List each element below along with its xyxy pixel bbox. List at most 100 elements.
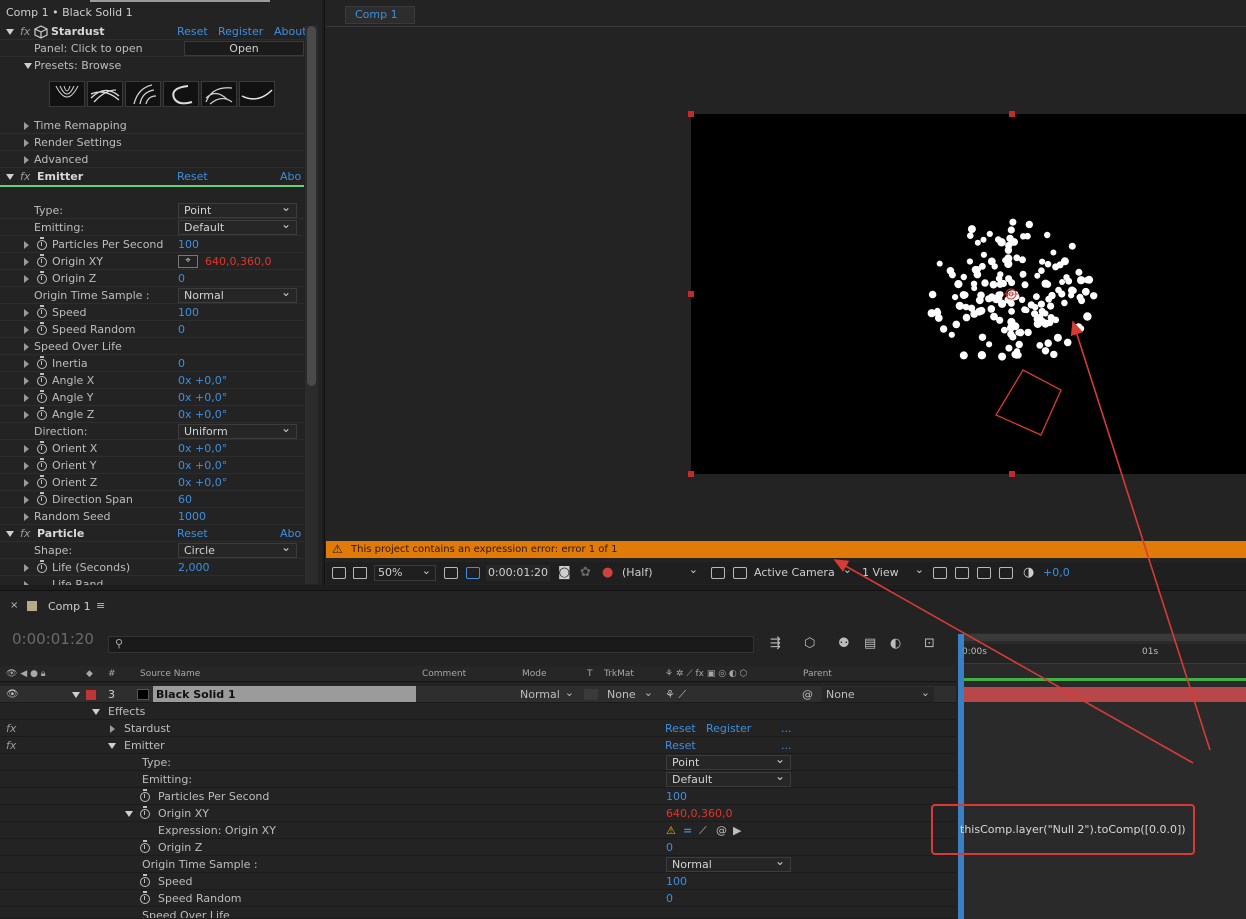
preset-thumb-3[interactable] [125,81,161,107]
type-dropdown[interactable]: Point [178,201,297,218]
type-dropdown[interactable]: Point [666,753,791,770]
fast-previews-icon[interactable] [955,567,969,579]
expand-icon[interactable] [24,411,29,419]
origin-time-sample-dropdown[interactable]: Normal [178,286,297,303]
composition-canvas[interactable] [691,114,1246,474]
collapse-icon[interactable] [125,811,133,817]
expand-icon[interactable] [24,258,29,266]
stopwatch-icon[interactable] [140,789,150,802]
expand-icon[interactable] [24,241,29,249]
layer-handle[interactable] [688,111,694,117]
view-layout-dropdown[interactable]: 1 View ⌄ [862,563,928,581]
region-of-interest-icon[interactable] [711,567,725,579]
expand-icon[interactable] [110,725,115,733]
group-render-settings[interactable]: Render Settings [0,134,304,151]
prop-value[interactable]: 100 [178,304,199,321]
origin-y-value[interactable]: 360,0 [701,807,733,820]
playhead[interactable] [958,634,964,919]
camera-snapshot-icon[interactable]: ◙ [558,562,571,584]
layer-duration-bar[interactable] [964,687,1246,702]
register-link[interactable]: Register [706,720,751,737]
layer-handle[interactable] [688,291,694,297]
expression-pickwhip-icon[interactable]: @ [716,822,727,839]
expand-icon[interactable] [24,496,29,504]
prop-value[interactable]: 0x +0,0° [178,372,227,389]
timeline-search-input[interactable]: ⚲ [108,636,754,653]
stopwatch-icon[interactable] [37,475,47,488]
stopwatch-icon[interactable] [37,322,47,335]
expand-icon[interactable] [24,139,29,147]
origin-y-value[interactable]: 360,0 [240,255,272,268]
direction-dropdown[interactable]: Uniform [178,422,297,439]
panel-menu-icon[interactable]: ≡ [96,599,105,612]
expand-icon[interactable] [24,479,29,487]
reset-exposure-icon[interactable]: ◑ [1023,562,1034,584]
current-time[interactable]: 0:00:01:20 [486,565,550,581]
prop-value[interactable]: 0 [666,839,673,856]
preset-thumb-2[interactable] [87,81,123,107]
tl-group-speed-over-life[interactable]: Speed Over Life [0,907,956,919]
stopwatch-icon[interactable] [37,237,47,250]
graph-editor-icon[interactable]: ⊡ [924,636,935,651]
prop-value[interactable]: 0x +0,0° [178,389,227,406]
stopwatch-icon[interactable] [37,407,47,420]
crosshair-icon[interactable]: ⌖ [178,255,198,268]
collapse-icon[interactable] [6,531,14,537]
expand-icon[interactable] [24,275,29,283]
expand-icon[interactable] [24,445,29,453]
collapse-icon[interactable] [108,743,116,749]
resolution-dropdown[interactable]: (Half) ⌄ [622,563,702,581]
preserve-transparency-toggle[interactable] [584,689,598,700]
trkmat-dropdown[interactable]: None ⌄ [603,686,655,702]
effect-header-stardust[interactable]: fx Stardust Reset Register About [0,23,307,40]
reset-link[interactable]: Reset [177,23,208,40]
expand-icon[interactable] [24,513,29,521]
collapse-icon[interactable] [72,692,80,698]
layer-row[interactable]: 👁︎ 3 Black Solid 1 Normal ⌄ None ⌄ ⚘ ⟋ @ N… [0,686,956,703]
prop-value[interactable]: 0x +0,0° [178,440,227,457]
expression-error-bar[interactable]: ⚠ This project contains an expression er… [326,541,1246,558]
about-link[interactable]: About [274,23,307,40]
timeline-icon[interactable] [977,567,991,579]
prop-value[interactable]: 0 [178,355,185,372]
stopwatch-icon[interactable] [37,458,47,471]
prop-value[interactable]: 0x +0,0° [178,457,227,474]
shape-dropdown[interactable]: Circle [178,541,297,558]
prop-value[interactable]: 0 [178,321,185,338]
zoom-dropdown[interactable]: 50% ⌄ [374,564,436,581]
layer-handle[interactable] [1009,471,1015,477]
reset-link[interactable]: Reset [177,525,208,542]
group-speed-over-life[interactable]: Speed Over Life [0,338,304,355]
tab-comp-1[interactable]: Comp 1 [345,6,415,24]
presets-row[interactable]: Presets: Browse [0,57,304,74]
origin-x-value[interactable]: 640,0 [666,807,698,820]
layer-mode-dropdown[interactable]: Normal ⌄ [520,686,576,702]
parent-dropdown[interactable]: None ⌄ [822,686,934,702]
prop-value[interactable]: 0 [666,890,673,907]
prop-value[interactable]: 2,000 [178,559,210,576]
prop-value[interactable]: 100 [666,788,687,805]
stopwatch-icon[interactable] [37,441,47,454]
prop-value[interactable]: 100 [178,236,199,253]
show-snapshot-icon[interactable]: ✿ [580,562,591,584]
shy-layers-icon[interactable]: ⚉ [838,636,850,651]
camera-dropdown[interactable]: Active Camera ⌄ [754,563,856,581]
expand-icon[interactable] [24,122,29,130]
column-comment[interactable]: Comment [422,666,466,682]
layer-name[interactable]: Black Solid 1 [153,686,416,702]
stopwatch-icon[interactable] [37,390,47,403]
collapse-icon[interactable] [92,709,100,715]
reset-link[interactable]: Reset [665,737,696,754]
reset-link[interactable]: Reset [665,720,696,737]
motion-blur-icon[interactable]: ◐ [890,636,901,651]
collapse-icon[interactable] [24,63,32,69]
stopwatch-icon[interactable] [37,356,47,369]
stopwatch-icon[interactable] [140,874,150,887]
emitting-dropdown[interactable]: Default [178,218,297,235]
options-link[interactable]: ... [781,720,792,737]
pickwhip-icon[interactable]: @ [802,686,813,703]
column-source-name[interactable]: Source Name [140,666,200,682]
prop-value[interactable]: 1000 [178,508,206,525]
collapse-icon[interactable] [6,174,14,180]
frame-blending-icon[interactable]: ▤ [864,636,876,651]
